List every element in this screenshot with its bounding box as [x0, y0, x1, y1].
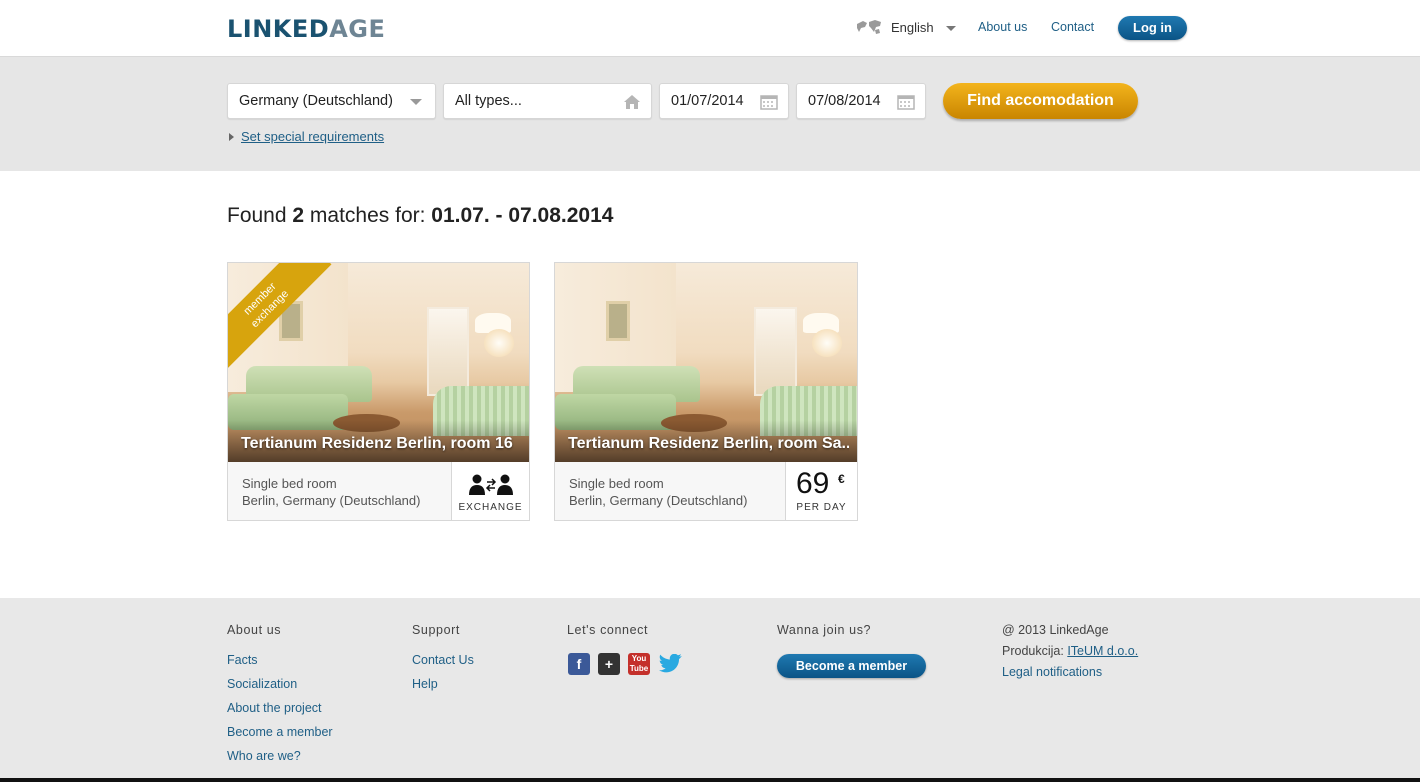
listing-title[interactable]: Tertianum Residenz Berlin, room Sa...	[568, 435, 849, 453]
date-from-value: 01/07/2014	[671, 93, 744, 109]
special-requirements-toggle[interactable]: Set special requirements	[229, 129, 384, 144]
country-value: Germany (Deutschland)	[239, 93, 393, 109]
calendar-icon[interactable]	[760, 94, 778, 110]
language-label: English	[891, 19, 934, 35]
room-location: Berlin, Germany (Deutschland)	[242, 493, 421, 508]
site-logo[interactable]: LINKEDAGE	[227, 15, 385, 43]
price-unit: PER DAY	[796, 502, 847, 513]
footer-connect-heading: Let's connect	[567, 623, 649, 637]
chevron-down-icon	[945, 25, 956, 31]
exchange-badge: EXCHANGE	[451, 462, 529, 520]
footer-copyright: @ 2013 LinkedAge	[1002, 623, 1109, 637]
logo-secondary: AGE	[329, 15, 386, 43]
footer-join-heading: Wanna join us?	[777, 623, 872, 637]
results-count: 2	[292, 204, 305, 227]
listing-photo[interactable]: Tertianum Residenz Berlin, room Sa...	[555, 263, 857, 462]
production-link[interactable]: ITeUM d.o.o.	[1067, 644, 1138, 658]
footer-link-help[interactable]: Help	[412, 677, 438, 691]
page-bottom-edge	[0, 778, 1420, 782]
listing-title[interactable]: Tertianum Residenz Berlin, room 16	[241, 435, 521, 453]
price-badge: 69 € PER DAY	[785, 462, 857, 520]
type-placeholder: All types...	[455, 93, 522, 109]
become-member-button[interactable]: Become a member	[777, 654, 926, 678]
room-location: Berlin, Germany (Deutschland)	[569, 493, 748, 508]
footer-link-contact-us[interactable]: Contact Us	[412, 653, 474, 667]
footer-production: Produkcija: ITeUM d.o.o.	[1002, 644, 1138, 658]
exchange-label: EXCHANGE	[458, 502, 523, 513]
calendar-icon[interactable]	[897, 94, 915, 110]
logo-primary: LINKED	[227, 15, 330, 43]
chevron-down-icon	[410, 99, 422, 105]
world-map-icon	[857, 20, 881, 34]
results-range: 01.07. - 07.08.2014	[431, 204, 614, 227]
language-selector[interactable]: English	[855, 19, 956, 35]
room-type: Single bed room	[242, 476, 337, 491]
results-prefix: Found	[227, 204, 293, 227]
listing-info: Single bed room Berlin, Germany (Deutsch…	[555, 462, 857, 520]
footer-link-who-are-we[interactable]: Who are we?	[227, 749, 301, 763]
footer-link-socialization[interactable]: Socialization	[227, 677, 297, 691]
country-select[interactable]: Germany (Deutschland)	[227, 83, 436, 119]
listing-card[interactable]: Tertianum Residenz Berlin, room 16 membe…	[227, 262, 530, 521]
twitter-icon[interactable]	[659, 654, 683, 674]
price-value: 69	[796, 467, 830, 500]
google-plus-icon[interactable]: +	[598, 653, 620, 675]
date-to-input[interactable]: 07/08/2014	[796, 83, 926, 119]
login-button[interactable]: Log in	[1118, 16, 1187, 40]
footer-link-about-project[interactable]: About the project	[227, 701, 322, 715]
production-label: Produkcija:	[1002, 644, 1068, 658]
nav-contact[interactable]: Contact	[1051, 20, 1094, 34]
facebook-icon[interactable]: f	[568, 653, 590, 675]
listing-info: Single bed room Berlin, Germany (Deutsch…	[228, 462, 529, 520]
site-header: LINKEDAGE English About us Contact Log i…	[0, 0, 1420, 57]
search-panel: Germany (Deutschland) All types... 01/07…	[0, 57, 1420, 171]
site-footer: About us Facts Socialization About the p…	[0, 598, 1420, 778]
legal-notifications-link[interactable]: Legal notifications	[1002, 665, 1102, 679]
results-middle: matches for:	[304, 204, 432, 227]
nav-about-us[interactable]: About us	[978, 20, 1027, 34]
expand-arrow-icon	[229, 132, 234, 141]
footer-about-heading: About us	[227, 623, 282, 637]
accommodation-type-select[interactable]: All types...	[443, 83, 652, 119]
results-heading: Found 2 matches for: 01.07. - 07.08.2014	[227, 204, 613, 228]
date-to-value: 07/08/2014	[808, 93, 881, 109]
special-requirements-link[interactable]: Set special requirements	[241, 129, 384, 144]
youtube-icon[interactable]: You Tube	[628, 653, 650, 675]
home-icon	[624, 95, 640, 109]
footer-link-become-member[interactable]: Become a member	[227, 725, 333, 739]
exchange-people-icon	[469, 474, 513, 495]
footer-link-facts[interactable]: Facts	[227, 653, 258, 667]
date-from-input[interactable]: 01/07/2014	[659, 83, 789, 119]
listing-card[interactable]: Tertianum Residenz Berlin, room Sa... Si…	[554, 262, 858, 521]
find-accommodation-button[interactable]: Find accomodation	[943, 83, 1138, 119]
footer-support-heading: Support	[412, 623, 460, 637]
price-currency: €	[838, 472, 845, 486]
room-type: Single bed room	[569, 476, 664, 491]
